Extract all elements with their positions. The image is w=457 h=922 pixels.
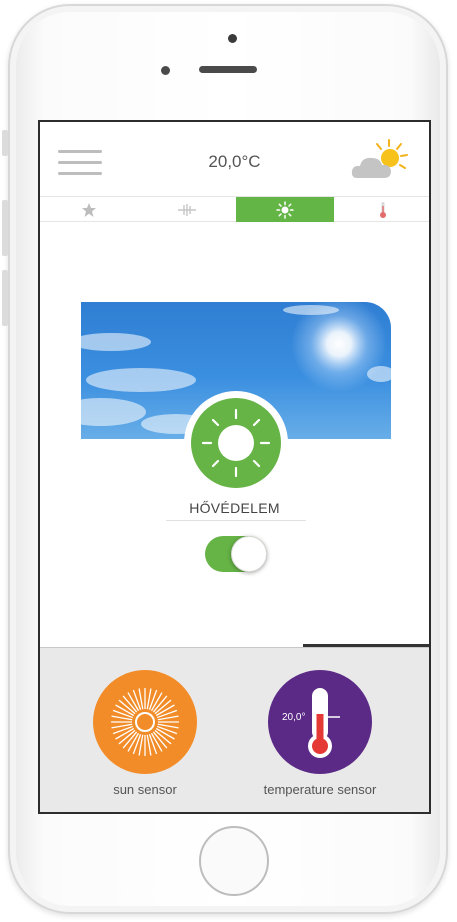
thermometer-reading: 20,0° [282, 712, 306, 723]
volume-down-button [2, 270, 8, 326]
temperature-sensor-label: temperature sensor [263, 782, 377, 797]
toggle-knob [231, 536, 267, 572]
earpiece-speaker [199, 66, 257, 73]
mute-switch [2, 130, 8, 156]
sun-sensor-button[interactable]: sun sensor [70, 670, 220, 797]
tab-sun[interactable] [236, 197, 334, 222]
heat-protection-label: HŐVÉDELEM [189, 500, 280, 516]
label-divider [166, 520, 306, 521]
heat-protection-toggle[interactable] [205, 536, 267, 572]
app-screen: 20,0°C HŐVÉDELEM sun sensor 20,0° temper… [38, 120, 431, 814]
sensor-panel: sun sensor 20,0° temperature sensor [40, 647, 429, 812]
sun-protection-icon [191, 398, 281, 488]
temperature-sensor-button[interactable]: 20,0° temperature sensor [245, 670, 395, 797]
thermometer-icon: 20,0° [268, 670, 372, 774]
top-bar: 20,0°C [40, 122, 429, 196]
sun-sensor-label: sun sensor [113, 782, 177, 797]
volume-up-button [2, 200, 8, 256]
tab-bar [40, 196, 429, 222]
tab-wind[interactable] [138, 197, 236, 222]
tab-favorites[interactable] [40, 197, 138, 222]
proximity-sensor [161, 66, 170, 75]
star-icon [82, 202, 96, 217]
home-button[interactable] [199, 826, 269, 896]
wind-icon [178, 203, 196, 216]
front-camera [228, 34, 237, 43]
sun-burst-icon [93, 670, 197, 774]
thermometer-icon [379, 201, 386, 218]
partly-sunny-icon[interactable] [349, 138, 411, 182]
sun-protection-panel: HŐVÉDELEM [40, 222, 429, 646]
sun-icon [276, 200, 294, 219]
tab-temperature[interactable] [334, 197, 429, 222]
